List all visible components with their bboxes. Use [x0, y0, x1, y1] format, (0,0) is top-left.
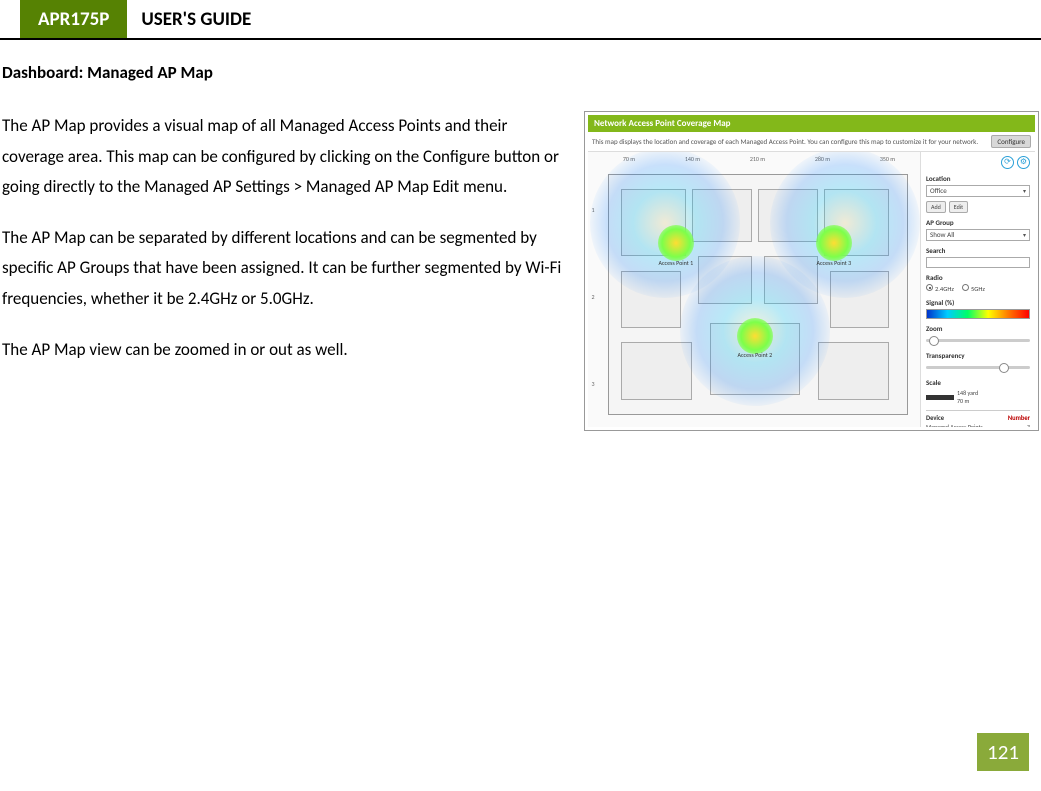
doc-title: USER'S GUIDE: [127, 0, 265, 38]
radio-24ghz[interactable]: [926, 284, 933, 291]
apgroup-select[interactable]: Show All: [926, 229, 1030, 241]
panel-title: Network Access Point Coverage Map: [588, 115, 1035, 132]
zoom-slider[interactable]: [926, 339, 1030, 342]
refresh-icon[interactable]: ⟳: [1001, 156, 1014, 169]
location-label: Location: [926, 174, 1030, 183]
scale-label: Scale: [926, 378, 1030, 387]
device-table: Device Number Managed Access Points 3 To…: [926, 410, 1030, 427]
ap-label: Access Point 1: [659, 259, 694, 267]
zoom-label: Zoom: [926, 324, 1030, 333]
transparency-label: Transparency: [926, 351, 1030, 360]
body-text: The AP Map provides a visual map of all …: [2, 111, 562, 385]
apgroup-label: AP Group: [926, 218, 1030, 227]
paragraph: The AP Map provides a visual map of all …: [2, 111, 562, 203]
ap-label: Access Point 2: [738, 351, 773, 359]
map-sidebar: ⟳ ⚙ Location Office Add Edit AP Group Sh: [920, 152, 1035, 427]
paragraph: The AP Map can be separated by different…: [2, 223, 562, 315]
page-header: APR175P USER'S GUIDE: [0, 0, 1041, 40]
radio-5ghz[interactable]: [962, 284, 969, 291]
paragraph: The AP Map view can be zoomed in or out …: [2, 335, 562, 366]
add-button[interactable]: Add: [926, 201, 946, 213]
product-badge: APR175P: [20, 0, 127, 38]
embedded-screenshot: Network Access Point Coverage Map This m…: [584, 111, 1039, 431]
floorplan: Access Point 1 Access Point 3 Access Poi…: [600, 166, 916, 423]
location-select[interactable]: Office: [926, 185, 1030, 197]
search-label: Search: [926, 246, 1030, 255]
panel-subtitle: This map displays the location and cover…: [592, 137, 978, 146]
configure-button[interactable]: Configure: [991, 135, 1031, 148]
search-input[interactable]: [926, 257, 1030, 268]
edit-button[interactable]: Edit: [949, 201, 968, 213]
ap-label: Access Point 3: [817, 259, 852, 267]
radio-label: Radio: [926, 273, 1030, 282]
page-number: 121: [977, 733, 1029, 771]
ruler-top: 70 m 140 m 210 m 280 m 350 m: [598, 152, 920, 166]
map-area[interactable]: 70 m 140 m 210 m 280 m 350 m 1 2 3: [588, 152, 920, 427]
signal-gradient: [926, 309, 1030, 319]
settings-icon[interactable]: ⚙: [1017, 156, 1030, 169]
scale-bar: [926, 395, 954, 400]
section-title: Dashboard: Managed AP Map: [2, 62, 1039, 83]
table-row: Managed Access Points 3: [926, 424, 1030, 427]
transparency-slider[interactable]: [926, 366, 1030, 369]
ruler-left: 1 2 3: [588, 166, 598, 427]
signal-label: Signal (%): [926, 298, 1030, 307]
